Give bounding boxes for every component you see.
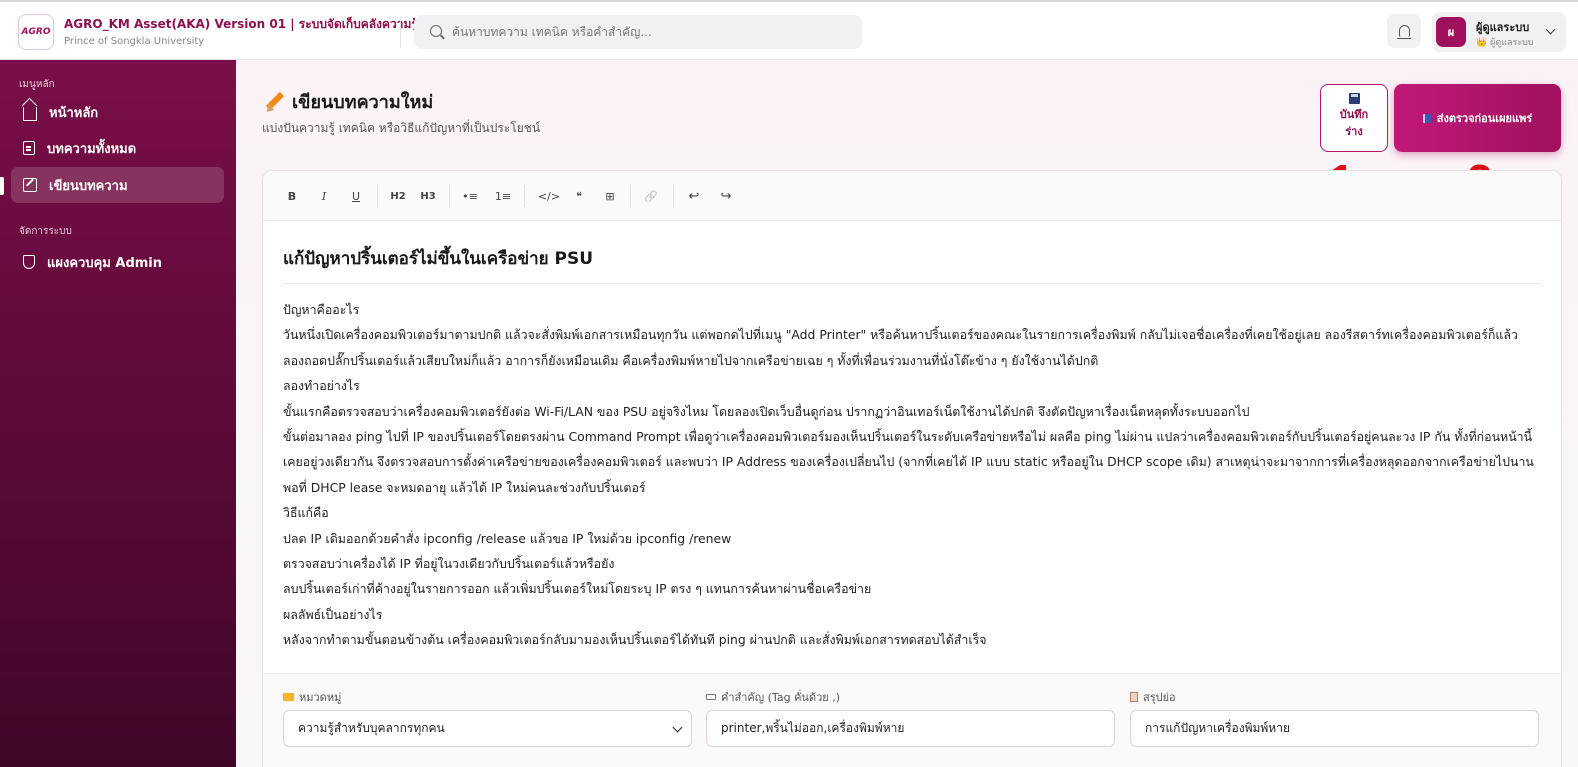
submit-review-label: ส่งตรวจก่อนเผยแพร่ [1436,112,1533,125]
app-logo[interactable]: AGRO [18,14,54,50]
tags-value: printer,พริ้นไม่ออก,เครื่องพิมพ์หาย [721,721,905,735]
sidebar-item-all-articles[interactable]: บทความทั้งหมด [11,130,224,166]
quote-button[interactable]: ❝ [568,186,590,206]
sidebar-section-main: เมนูหลัก [19,79,55,90]
avatar: ผ [1436,17,1466,47]
home-icon [23,107,37,121]
summary-value: การแก้ปัญหาเครื่องพิมพ์หาย [1145,721,1290,735]
page-title: เขียนบทความใหม่ [264,87,433,116]
article-title-input[interactable]: แก้ปัญหาปริ้นเตอร์ไม่ขึ้นในเครือข่าย PSU [283,245,593,272]
body-line: วิธีแก้คือ [283,505,329,521]
brand-subtitle: Prince of Songkla University [64,36,205,47]
search-box[interactable] [414,15,862,49]
main-content: เขียนบทความใหม่ แบ่งปันความรู้ เทคนิค หร… [236,60,1578,767]
toolbar-divider [449,185,450,207]
save-draft-label-2: ร่าง [1345,125,1363,138]
link-button[interactable]: 🔗 [640,186,662,206]
bullet-list-button[interactable]: •≡ [459,186,481,206]
body-line: พอที่ DHCP lease จะหมดอายุ แล้วได้ IP ให… [283,479,646,495]
top-header: AGRO AGRO_KM Asset(AKA) Version 01 | ระบ… [0,0,1578,60]
chevron-down-icon [1545,24,1556,35]
toolbar-divider [377,185,378,207]
user-menu[interactable]: ผ ผู้ดูแลระบบ 👑 ผู้ดูแลระบบ [1432,12,1566,52]
notification-button[interactable] [1387,14,1421,48]
italic-button[interactable]: I [313,186,335,206]
underline-button[interactable]: U [345,186,367,206]
sidebar-item-label: แผงควบคุม Admin [47,255,163,271]
body-line: ปัญหาคืออะไร [283,302,360,317]
body-line: ผลลัพธ์เป็นอย่างไร [283,606,383,622]
summary-label: สรุปย่อ [1130,688,1176,706]
body-line: ลบปริ้นเตอร์เก่าที่ค้างอยู่ในรายการออก แ… [283,581,872,597]
toolbar-divider [524,185,525,207]
sidebar-section-admin: จัดการระบบ [19,226,72,237]
article-editor[interactable]: B I U H2 H3 •≡ 1≡ </> ❝ ⊞ 🔗 ↩ ↪ แก้ปัญหา… [262,170,1562,767]
book-icon [1422,113,1431,123]
tags-input[interactable]: printer,พริ้นไม่ออก,เครื่องพิมพ์หาย [706,710,1115,747]
body-line: ขั้นแรกคือตรวจสอบว่าเครื่องคอมพิวเตอร์ยั… [283,403,1250,419]
search-input[interactable] [452,20,852,44]
search-icon [430,25,442,37]
body-line: หลังจากทำตามขั้นตอนข้างต้น เครื่องคอมพิว… [283,632,987,648]
body-line: ลองถอดปลั๊กปริ้นเตอร์แล้วเสียบใหม่ก็แล้ว… [283,352,1099,368]
brand-title: AGRO_KM Asset(AKA) Version 01 | ระบบจัดเ… [64,17,418,31]
numbered-list-button[interactable]: 1≡ [492,186,514,206]
title-divider [283,283,1541,284]
category-label: หมวดหมู่ [283,688,341,706]
undo-button[interactable]: ↩ [683,186,705,206]
sidebar: เมนูหลัก หน้าหลัก บทความทั้งหมด เขียนบทค… [0,60,236,767]
article-meta: หมวดหมู่ ความรู้สำหรับบุคลากรทุกคน คำสำค… [263,673,1561,767]
user-role: 👑 ผู้ดูแลระบบ [1476,38,1534,48]
submit-review-button[interactable]: ส่งตรวจก่อนเผยแพร่ [1394,84,1561,152]
table-button[interactable]: ⊞ [599,186,621,206]
tags-label: คำสำคัญ (Tag คั่นด้วย ,) [706,688,840,706]
shield-icon [23,255,35,269]
category-value: ความรู้สำหรับบุคลากรทุกคน [298,721,445,735]
edit-icon [23,178,37,192]
tags-label-text: คำสำคัญ (Tag คั่นด้วย ,) [721,691,840,704]
heading2-button[interactable]: H2 [387,186,409,206]
document-icon [23,141,35,155]
page-subtitle: แบ่งปันความรู้ เทคนิค หรือวิธีแก้ปัญหาที… [262,121,541,135]
clipboard-icon [1130,692,1138,702]
save-draft-button[interactable]: บันทึก ร่าง [1320,84,1388,152]
body-line: ปลด IP เดิมออกด้วยคำสั่ง ipconfig /relea… [283,530,732,546]
sidebar-item-write-article[interactable]: เขียนบทความ [11,167,224,203]
bell-icon [1396,25,1411,39]
body-line: ตรวจสอบว่าเครื่องได้ IP ที่อยู่ในวงเดียว… [283,556,615,572]
sidebar-item-label: เขียนบทความ [49,178,128,194]
redo-button[interactable]: ↪ [715,186,737,206]
tag-icon [706,694,716,700]
category-label-text: หมวดหมู่ [299,691,342,704]
save-draft-label-1: บันทึก [1339,108,1369,121]
category-select[interactable]: ความรู้สำหรับบุคลากรทุกคน [283,710,692,747]
body-line: ลองทำอย่างไร [283,378,360,394]
heading3-button[interactable]: H3 [417,186,439,206]
code-button[interactable]: </> [536,186,562,206]
user-role-text: ผู้ดูแลระบบ [1490,38,1534,48]
editor-toolbar: B I U H2 H3 •≡ 1≡ </> ❝ ⊞ 🔗 ↩ ↪ [263,171,1561,221]
bold-button[interactable]: B [281,186,303,206]
sidebar-item-home[interactable]: หน้าหลัก [11,94,224,130]
body-line: เคยอยู่วงเดียวกัน จึงตรวจสอบการตั้งค่าเค… [283,454,1534,470]
header-divider [400,16,401,48]
toolbar-divider [630,185,631,207]
page-title-text: เขียนบทความใหม่ [292,92,434,113]
active-indicator [0,177,4,195]
user-name: ผู้ดูแลระบบ [1476,21,1530,34]
save-icon [1348,93,1360,104]
toolbar-divider [673,185,674,207]
body-line: ขั้นต่อมาลอง ping ไปที่ IP ของปริ้นเตอร์… [283,429,1533,445]
chevron-down-icon [672,722,683,733]
summary-label-text: สรุปย่อ [1143,691,1176,704]
pencil-icon [264,92,284,112]
body-line: วันหนึ่งเปิดเครื่องคอมพิวเตอร์มาตามปกติ … [283,327,1518,343]
sidebar-item-admin-panel[interactable]: แผงควบคุม Admin [11,244,224,280]
sidebar-item-label: บทความทั้งหมด [47,141,137,157]
summary-input[interactable]: การแก้ปัญหาเครื่องพิมพ์หาย [1130,710,1539,747]
sidebar-item-label: หน้าหลัก [49,105,99,121]
folder-icon [283,693,294,701]
article-body[interactable]: ปัญหาคืออะไร วันหนึ่งเปิดเครื่องคอมพิวเต… [283,297,1541,653]
